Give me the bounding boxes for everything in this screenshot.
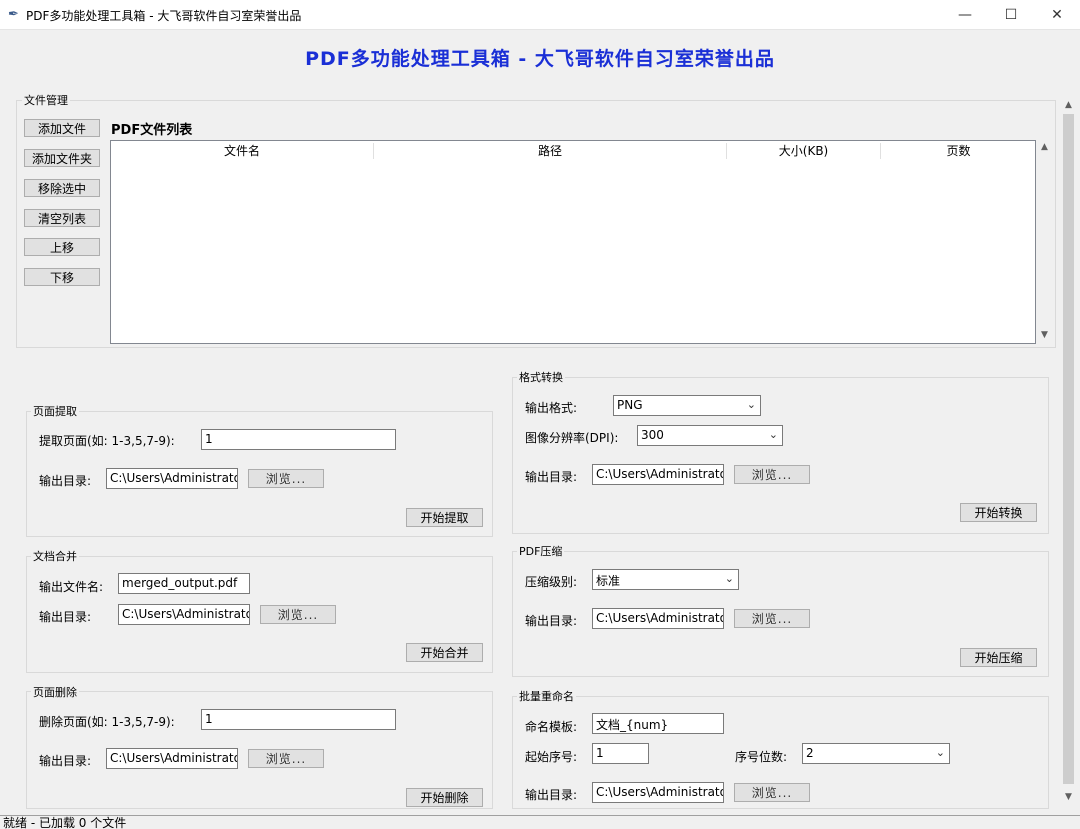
minimize-icon: — xyxy=(958,7,972,23)
status-bar: 就绪 - 已加载 0 个文件 xyxy=(0,815,1080,829)
main-scrollbar[interactable]: ▲ ▼ xyxy=(1060,100,1077,810)
rename-digits-label: 序号位数: xyxy=(735,750,788,764)
extract-pages-label: 提取页面(如: 1-3,5,7-9): xyxy=(39,434,175,448)
rename-digits-select[interactable]: 2 ⌄ xyxy=(802,743,950,764)
merge-label: 文档合并 xyxy=(31,548,79,564)
title-bar: ✒ PDF多功能处理工具箱 - 大飞哥软件自习室荣誉出品 — ☐ ✕ xyxy=(0,0,1080,30)
maximize-button[interactable]: ☐ xyxy=(988,0,1034,30)
convert-output-label: 输出目录: xyxy=(525,470,578,484)
add-file-button[interactable]: 添加文件 xyxy=(24,119,100,137)
file-manage-label: 文件管理 xyxy=(22,92,70,108)
compress-browse-button[interactable]: 浏览... xyxy=(734,609,810,628)
list-scroll-up-icon[interactable]: ▲ xyxy=(1037,142,1052,152)
list-scrollbar[interactable]: ▲ ▼ xyxy=(1037,140,1052,344)
convert-format-label: 输出格式: xyxy=(525,401,578,415)
minimize-button[interactable]: — xyxy=(942,0,988,30)
compress-output-input[interactable]: C:\Users\Administrator\D xyxy=(592,608,724,629)
pdf-list-title: PDF文件列表 xyxy=(111,123,193,138)
convert-dpi-select[interactable]: 300 ⌄ xyxy=(637,425,783,446)
delete-browse-button[interactable]: 浏览... xyxy=(248,749,324,768)
start-delete-button[interactable]: 开始删除 xyxy=(406,788,483,807)
scroll-thumb[interactable] xyxy=(1063,114,1074,784)
move-down-button[interactable]: 下移 xyxy=(24,268,100,286)
chevron-down-icon: ⌄ xyxy=(768,428,778,441)
window-title: PDF多功能处理工具箱 - 大飞哥软件自习室荣誉出品 xyxy=(26,9,302,23)
merge-output-label: 输出目录: xyxy=(39,610,92,624)
compress-output-label: 输出目录: xyxy=(525,614,578,628)
rename-digits-value: 2 xyxy=(806,746,814,760)
merge-name-label: 输出文件名: xyxy=(39,580,104,594)
start-compress-button[interactable]: 开始压缩 xyxy=(960,648,1037,667)
column-header-size[interactable]: 大小(KB) xyxy=(727,141,880,161)
compress-level-label: 压缩级别: xyxy=(525,575,578,589)
merge-output-input[interactable]: C:\Users\Administrator\D xyxy=(118,604,250,625)
delete-pages-label: 删除页面(如: 1-3,5,7-9): xyxy=(39,715,175,729)
move-up-button[interactable]: 上移 xyxy=(24,238,100,256)
convert-format-value: PNG xyxy=(617,398,643,412)
pdf-compress-label: PDF压缩 xyxy=(517,543,565,559)
start-convert-button[interactable]: 开始转换 xyxy=(960,503,1037,522)
remove-selected-button[interactable]: 移除选中 xyxy=(24,179,100,197)
close-icon: ✕ xyxy=(1051,7,1063,23)
extract-output-label: 输出目录: xyxy=(39,474,92,488)
rename-browse-button[interactable]: 浏览... xyxy=(734,783,810,802)
start-merge-button[interactable]: 开始合并 xyxy=(406,643,483,662)
column-header-pages[interactable]: 页数 xyxy=(881,141,1036,161)
rename-template-input[interactable]: 文档_{num} xyxy=(592,713,724,734)
extract-output-input[interactable]: C:\Users\Administrator\D xyxy=(106,468,238,489)
rename-output-input[interactable]: C:\Users\Administrator\D xyxy=(592,782,724,803)
maximize-icon: ☐ xyxy=(1004,7,1018,23)
convert-dpi-value: 300 xyxy=(641,428,664,442)
extract-browse-button[interactable]: 浏览... xyxy=(248,469,324,488)
scroll-up-icon[interactable]: ▲ xyxy=(1060,100,1077,112)
convert-format-select[interactable]: PNG ⌄ xyxy=(613,395,761,416)
chevron-down-icon: ⌄ xyxy=(724,572,734,585)
pdf-file-list[interactable]: 文件名 路径 大小(KB) 页数 xyxy=(110,140,1036,344)
rename-start-label: 起始序号: xyxy=(525,750,578,764)
format-convert-label: 格式转换 xyxy=(517,369,565,385)
compress-level-value: 标准 xyxy=(596,574,621,588)
convert-output-input[interactable]: C:\Users\Administrator\D xyxy=(592,464,724,485)
rename-output-label: 输出目录: xyxy=(525,788,578,802)
extract-pages-input[interactable]: 1 xyxy=(201,429,396,450)
scroll-down-icon[interactable]: ▼ xyxy=(1060,792,1077,804)
merge-browse-button[interactable]: 浏览... xyxy=(260,605,336,624)
add-folder-button[interactable]: 添加文件夹 xyxy=(24,149,100,167)
delete-output-label: 输出目录: xyxy=(39,754,92,768)
chevron-down-icon: ⌄ xyxy=(935,746,945,759)
convert-dpi-label: 图像分辨率(DPI): xyxy=(525,431,619,445)
feather-icon: ✒ xyxy=(8,7,19,22)
rename-start-input[interactable]: 1 xyxy=(592,743,649,764)
clear-list-button[interactable]: 清空列表 xyxy=(24,209,100,227)
delete-pages-input[interactable]: 1 xyxy=(201,709,396,730)
start-extract-button[interactable]: 开始提取 xyxy=(406,508,483,527)
close-button[interactable]: ✕ xyxy=(1034,0,1080,30)
column-header-filename[interactable]: 文件名 xyxy=(111,141,373,161)
delete-output-input[interactable]: C:\Users\Administrator\D xyxy=(106,748,238,769)
page-delete-label: 页面删除 xyxy=(31,684,79,700)
merge-name-input[interactable]: merged_output.pdf xyxy=(118,573,250,594)
chevron-down-icon: ⌄ xyxy=(746,398,756,411)
column-header-path[interactable]: 路径 xyxy=(374,141,726,161)
app-header-title: PDF多功能处理工具箱 - 大飞哥软件自习室荣誉出品 xyxy=(305,48,775,70)
batch-rename-label: 批量重命名 xyxy=(517,688,576,704)
convert-browse-button[interactable]: 浏览... xyxy=(734,465,810,484)
page-extract-label: 页面提取 xyxy=(31,403,79,419)
compress-level-select[interactable]: 标准 ⌄ xyxy=(592,569,739,590)
list-scroll-down-icon[interactable]: ▼ xyxy=(1037,330,1052,340)
rename-template-label: 命名模板: xyxy=(525,720,578,734)
